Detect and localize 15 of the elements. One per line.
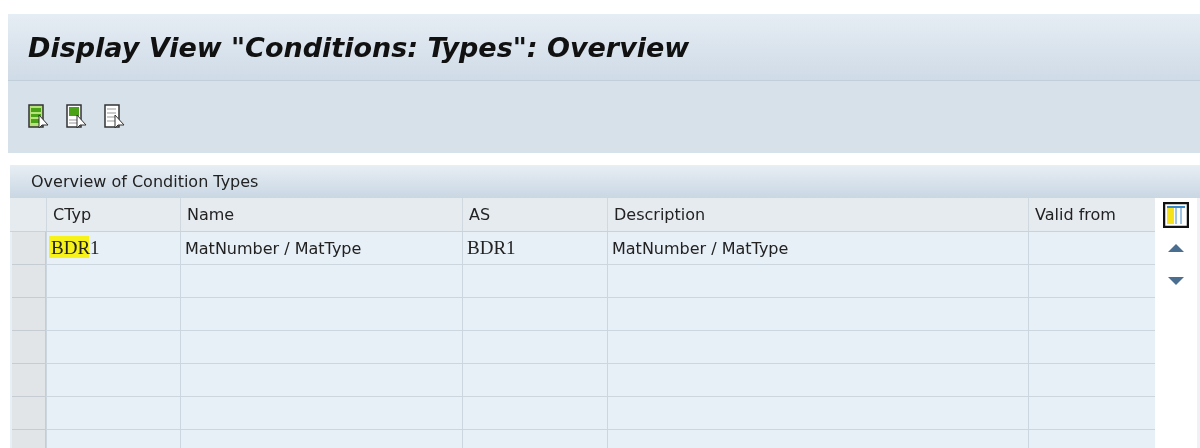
row-selector[interactable] bbox=[12, 298, 46, 331]
table-title: Overview of Condition Types bbox=[10, 165, 1200, 198]
row-selector[interactable] bbox=[12, 265, 46, 298]
table-cell: BDR1 bbox=[462, 232, 607, 265]
window-title: Display View "Conditions: Types": Overview bbox=[28, 31, 690, 63]
table-cell: MatNumber / MatType bbox=[607, 232, 1028, 265]
row-selector[interactable] bbox=[12, 331, 46, 364]
table-cell: MatNumber / MatType bbox=[180, 232, 462, 265]
column-header[interactable]: CTyp bbox=[46, 198, 180, 231]
column-header[interactable]: AS bbox=[462, 198, 607, 231]
row-selector[interactable] bbox=[12, 364, 46, 397]
column-header[interactable]: Description bbox=[607, 198, 1028, 231]
row-selector[interactable] bbox=[12, 232, 46, 265]
row-selector[interactable] bbox=[12, 397, 46, 430]
column-header[interactable]: Name bbox=[180, 198, 462, 231]
